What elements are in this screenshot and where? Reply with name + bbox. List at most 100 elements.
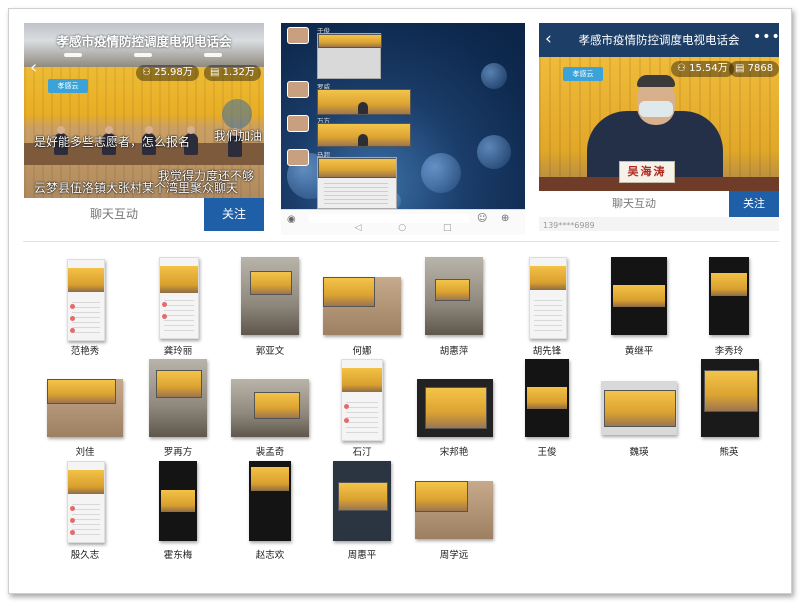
participant-name: 宋邦艳 [439,447,469,458]
speaker-stream-panel: ‹ 孝感市疫情防控调度电视电话会 ••• 孝感云 ⚇ 15.54万 ▤ 7868… [539,23,779,231]
section-divider [23,241,779,242]
participant-name: 周惠平 [347,550,377,561]
live-video[interactable]: 孝感市疫情防控调度电视电话会 ‹ 孝感云 ⚇ 25.98万 ▤ 1.32万 是好… [24,23,264,198]
user-avatar[interactable] [287,27,309,44]
participant-photo[interactable] [709,257,749,335]
participant-name: 罗再方 [163,447,193,458]
channel-logo: 孝感云 [48,79,88,93]
comments-badge: ▤ 1.32万 [204,65,261,81]
participant-name: 刘佳 [75,447,95,458]
participant-name: 胡先锋 [532,346,562,357]
participant-name: 殷久志 [70,550,100,561]
follow-button[interactable]: 关注 [204,198,264,231]
more-icon[interactable]: ••• [753,29,779,45]
participant-name: 李秀玲 [714,346,744,357]
participant-photo[interactable] [525,359,569,437]
participant-photo[interactable] [425,257,483,335]
collage-frame: 孝感市疫情防控调度电视电话会 ‹ 孝感云 ⚇ 25.98万 ▤ 1.32万 是好… [8,8,792,594]
shared-photo-message[interactable] [317,123,411,147]
participant-photo[interactable] [231,379,309,437]
user-avatar[interactable] [287,81,309,98]
nav-back-icon[interactable]: ◁ [354,223,361,233]
views-count: 15.54万 [689,63,728,74]
shared-photo-message[interactable] [317,89,411,115]
comment-icon: ▤ [735,63,745,74]
participant-photo[interactable] [601,381,677,435]
bokeh-light [421,153,461,193]
stream-header: ‹ 孝感市疫情防控调度电视电话会 ••• [539,23,779,57]
video-thumb [318,34,382,48]
participant-photo[interactable] [241,257,299,335]
participant-name: 赵志欢 [255,550,285,561]
participant-name: 周学远 [439,550,469,561]
nav-home-icon[interactable]: ○ [398,223,406,233]
danmu-comment: 我们加油 [214,129,263,143]
participant-photo[interactable] [249,461,291,541]
participant-name: 王俊 [537,447,557,458]
participant-photo[interactable] [417,379,493,437]
participant-name: 范艳秀 [70,346,100,357]
stream-title: 孝感市疫情防控调度电视电话会 [56,34,232,49]
participant-photo[interactable] [415,481,493,539]
live-stream-panel: 孝感市疫情防控调度电视电话会 ‹ 孝感云 ⚇ 25.98万 ▤ 1.32万 是好… [24,23,264,231]
participant-name: 黄继平 [624,346,654,357]
participant-photo[interactable] [323,277,401,335]
participant-photo[interactable] [149,359,207,437]
shared-screenshot-message[interactable] [317,157,397,209]
comments-count: 1.32万 [222,67,255,78]
participant-name: 裴孟奇 [255,447,285,458]
chat-interaction-button[interactable]: 聊天互动 [539,191,729,217]
participant-photo[interactable] [159,257,199,339]
chat-interaction-button[interactable]: 聊天互动 [24,198,204,231]
participant-name: 何娜 [352,346,372,357]
face-mask [639,101,673,117]
participant-name: 魏瑛 [629,447,649,458]
nav-recent-icon[interactable]: □ [443,223,452,233]
participant-photo[interactable] [611,257,667,335]
group-chat-panel: 干俊 罗威 万方 马超 ◉ ☺ ⊕ ◁ ○ □ [281,23,525,235]
video-thumb [318,158,396,178]
participant-photo[interactable] [529,257,567,339]
user-avatar[interactable] [287,115,309,132]
follow-button[interactable]: 关注 [729,191,779,217]
danmu-comment: 是好能多些志愿者，怎么报名 [34,135,191,149]
speaker-nameplate: 吴海涛 [619,161,675,183]
participant-photo[interactable] [67,461,105,543]
participant-name: 龚玲丽 [163,346,193,357]
ceiling-lamp [204,53,222,57]
floating-action-icon[interactable] [222,99,252,129]
participant-name: 熊英 [719,447,739,458]
masked-user-id: 139****6989 [543,221,595,230]
android-nav-bar: ◁ ○ □ [281,223,525,235]
views-count: 25.98万 [154,67,193,78]
participant-photo[interactable] [341,359,383,441]
participant-photo[interactable] [159,461,197,541]
shared-image-message[interactable] [317,33,382,79]
danmu-comment: 云梦县伍洛镇大张村某个湾里聚众聊天 [34,181,239,195]
participant-photo[interactable] [701,359,759,437]
comments-badge: ▤ 7868 [729,61,779,77]
speaker-video[interactable]: 孝感云 ⚇ 15.54万 ▤ 7868 吴海涛 [539,57,779,191]
participant-name: 霍东梅 [163,550,193,561]
chat-lines [324,180,388,204]
channel-logo: 孝感云 [563,67,603,81]
comments-count: 7868 [747,63,774,74]
bottom-bar: 聊天互动 关注 [24,198,264,231]
speaker-hair [637,75,675,87]
ceiling-lamp [134,53,152,57]
views-badge: ⚇ 25.98万 [136,65,199,81]
viewer-icon: ⚇ [142,67,151,78]
ceiling-lamp [64,53,82,57]
stream-title: 孝感市疫情防控调度电视电话会 [578,33,740,47]
viewer-icon: ⚇ [677,63,686,74]
participant-photo[interactable] [67,259,105,341]
participant-name: 胡惠萍 [439,346,469,357]
bokeh-light [481,63,507,89]
comment-icon: ▤ [210,67,220,78]
participant-photo[interactable] [333,461,391,541]
user-avatar[interactable] [287,149,309,166]
participant-photo[interactable] [47,379,123,437]
back-icon[interactable]: ‹ [30,57,37,78]
bokeh-light [477,135,511,169]
participant-name: 郭亚文 [255,346,285,357]
